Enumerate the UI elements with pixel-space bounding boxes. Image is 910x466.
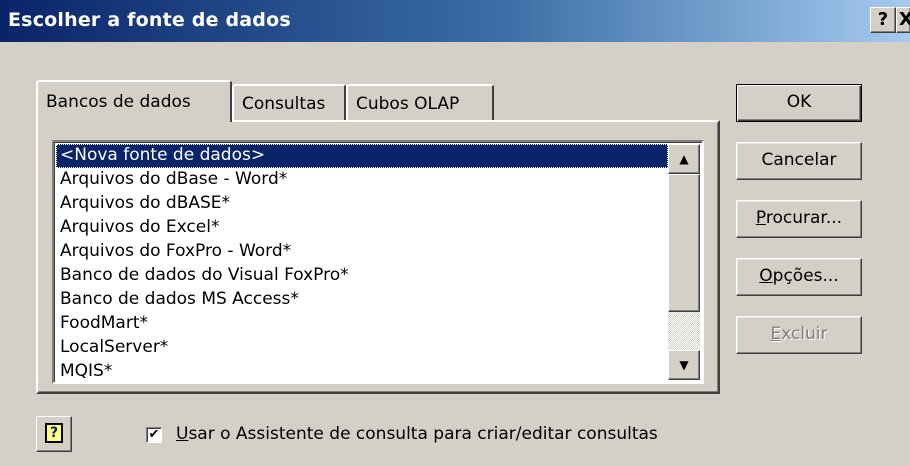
- tab-bancos-de-dados[interactable]: Bancos de dados: [36, 80, 232, 122]
- list-item[interactable]: Arquivos do dBase - Word*: [56, 168, 668, 192]
- delete-mnemonic: E: [770, 324, 782, 344]
- list-item[interactable]: Arquivos do dBASE*: [56, 192, 668, 216]
- list-item[interactable]: Arquivos do Excel*: [56, 216, 668, 240]
- list-item[interactable]: Banco de dados MS Access*: [56, 288, 668, 312]
- window-title: Escolher a fonte de dados: [8, 9, 291, 31]
- ok-button[interactable]: OK: [736, 84, 862, 122]
- list-item[interactable]: LocalServer*: [56, 336, 668, 360]
- wizard-label-text: sar o Assistente de consulta para criar/…: [188, 424, 658, 444]
- help-button[interactable]: ?: [36, 416, 72, 452]
- list-item[interactable]: Arquivos do FoxPro - Word*: [56, 240, 668, 264]
- vertical-scrollbar[interactable]: ▲ ▼: [668, 144, 700, 380]
- options-label: pções...: [772, 266, 839, 286]
- tab-consultas[interactable]: Consultas: [232, 84, 346, 122]
- help-question-icon: ?: [45, 423, 63, 443]
- options-mnemonic: O: [759, 266, 773, 286]
- cancel-button[interactable]: Cancelar: [736, 142, 862, 180]
- delete-label: xcluir: [781, 324, 828, 344]
- data-source-list[interactable]: <Nova fonte de dados> Arquivos do dBase -…: [52, 140, 704, 384]
- list-item[interactable]: <Nova fonte de dados>: [56, 144, 668, 168]
- browse-button[interactable]: Procurar...: [736, 200, 862, 238]
- tab-cubos-olap[interactable]: Cubos OLAP: [346, 84, 494, 122]
- list-item[interactable]: MQIS*: [56, 360, 668, 382]
- list-item[interactable]: FoodMart*: [56, 312, 668, 336]
- scroll-down-arrow-icon[interactable]: ▼: [668, 350, 700, 380]
- wizard-checkbox-label[interactable]: Usar o Assistente de consulta para criar…: [176, 424, 658, 444]
- list-items: <Nova fonte de dados> Arquivos do dBase -…: [56, 144, 668, 382]
- title-bar: Escolher a fonte de dados ? X: [0, 0, 910, 42]
- wizard-mnemonic: U: [176, 424, 189, 444]
- delete-button: Excluir: [736, 316, 862, 354]
- scroll-up-arrow-icon[interactable]: ▲: [668, 144, 700, 174]
- scroll-thumb[interactable]: [668, 174, 700, 312]
- title-help-button[interactable]: ?: [870, 7, 896, 33]
- wizard-checkbox[interactable]: ✔: [146, 427, 162, 443]
- title-close-button[interactable]: X: [896, 7, 910, 33]
- browse-mnemonic: P: [755, 208, 766, 228]
- list-item[interactable]: Banco de dados do Visual FoxPro*: [56, 264, 668, 288]
- options-button[interactable]: Opções...: [736, 258, 862, 296]
- browse-label: rocurar...: [765, 208, 843, 228]
